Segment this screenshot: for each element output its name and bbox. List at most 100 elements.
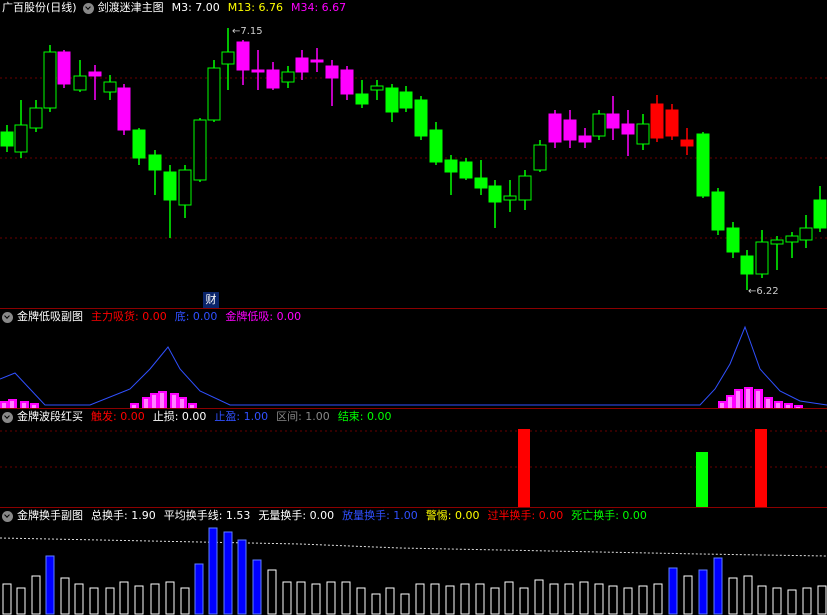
turnover-bar [475, 583, 485, 615]
dixi-value: 金牌低吸: 0.00 [225, 310, 302, 323]
candle-body [295, 57, 309, 73]
turnover-bar [326, 581, 336, 615]
wuliang-value: 无量换手: 0.00 [258, 509, 335, 522]
turnover-bar [549, 583, 559, 615]
turnover-bar [594, 583, 604, 615]
zhuli-bar-inner [736, 391, 740, 408]
candle-body [665, 109, 679, 137]
turnover-bar [698, 569, 708, 615]
turnover-bar [728, 577, 738, 615]
turnover-bar [519, 587, 529, 615]
turnover-bar [400, 593, 410, 615]
turnover-bar [430, 583, 440, 615]
candle-body [117, 87, 131, 131]
zhuli-bar-inner [144, 399, 148, 408]
zhuli-bar-inner [728, 397, 732, 408]
huanshou-chart [0, 527, 827, 615]
stock-title: 广百股份(日线) [2, 1, 77, 14]
zhuli-bar-inner [152, 395, 156, 408]
m34-value: M34: 6.67 [290, 1, 347, 14]
turnover-bar [282, 581, 292, 615]
panel-name: 金牌换手副图 [17, 509, 83, 522]
candle-body [325, 65, 339, 79]
candle-body [178, 169, 192, 206]
turnover-bar [371, 593, 381, 615]
end-signal-bar [696, 452, 708, 507]
guoban-value: 过半换手: 0.00 [487, 509, 564, 522]
qujian-value: 区间: 1.00 [276, 410, 330, 423]
turnover-bar [296, 581, 306, 615]
turnover-bar [713, 557, 723, 615]
main-chart-panel[interactable]: 广百股份(日线) 剑渡迷津主图 M3: 7.00 M13: 6.76 M34: … [0, 0, 827, 308]
turnover-bar [180, 587, 190, 615]
dropdown-icon[interactable] [82, 2, 94, 14]
turnover-bar [787, 589, 797, 615]
turnover-bar [445, 585, 455, 615]
candle-body [14, 124, 28, 153]
turnover-bar [415, 583, 425, 615]
turnover-bar [623, 587, 633, 615]
candle-body [533, 144, 547, 171]
dropdown-icon[interactable] [2, 311, 13, 323]
candle-body [0, 131, 14, 147]
candlestick-chart[interactable] [0, 0, 827, 308]
candle-body [103, 81, 117, 93]
zhuli-bar-inner [766, 399, 770, 408]
candle-body [799, 227, 813, 241]
candle-body [726, 227, 740, 253]
zong-value: 总换手: 1.90 [91, 509, 156, 522]
average-turnover-line [0, 537, 827, 557]
candle-body [193, 119, 207, 181]
finance-badge[interactable]: 财 [203, 292, 219, 308]
zhuli-bar-inner [172, 395, 176, 408]
candle-body [488, 185, 502, 203]
candle-body [592, 113, 606, 137]
candle-body [132, 129, 146, 159]
siwang-value: 死亡换手: 0.00 [571, 509, 647, 522]
candle-body [251, 69, 265, 73]
zhuli-bar-inner [180, 399, 184, 408]
turnover-bar [356, 587, 366, 615]
turnover-bar [683, 575, 693, 615]
di-line [0, 325, 827, 406]
m13-value: M13: 6.76 [227, 1, 283, 14]
turnover-bar [802, 587, 812, 615]
boduan-panel[interactable]: 金牌波段红买 触发: 0.00 止损: 0.00 止盈: 1.00 区间: 1.… [0, 409, 827, 507]
candle-body [636, 123, 650, 145]
turnover-bar [16, 587, 26, 615]
turnover-bar [252, 559, 262, 615]
turnover-bar [385, 587, 395, 615]
huanshou-panel[interactable]: 金牌换手副图 总换手: 1.90 平均换手线: 1.53 无量换手: 0.00 … [0, 508, 827, 615]
turnover-bar [564, 583, 574, 615]
candle-body [88, 71, 102, 77]
candle-body [281, 71, 295, 83]
chufa-value: 触发: 0.00 [91, 410, 145, 423]
zhisun-value: 止损: 0.00 [152, 410, 207, 423]
low-price-mark: ←6.22 [748, 286, 779, 297]
candle-body [57, 51, 71, 85]
candle-body [770, 239, 784, 245]
candle-body [429, 129, 443, 163]
turnover-bar [579, 581, 589, 615]
candle-body [474, 177, 488, 189]
zhuli-bar-inner [160, 393, 164, 408]
dropdown-icon[interactable] [2, 411, 13, 423]
turnover-bar [653, 583, 663, 615]
dropdown-icon[interactable] [2, 510, 13, 522]
zhiying-value: 止盈: 1.00 [214, 410, 269, 423]
turnover-bar [743, 575, 753, 615]
candle-body [680, 139, 694, 147]
candle-body [310, 59, 324, 63]
candle-body [444, 159, 458, 173]
candle-body [236, 41, 250, 71]
candle-body [414, 99, 428, 137]
zhuli-bar-inner [10, 401, 14, 408]
dixi-header: 金牌低吸副图 主力吸货: 0.00 底: 0.00 金牌低吸: 0.00 [0, 309, 305, 325]
candle-body [340, 69, 354, 95]
buy-signal-bar [518, 429, 530, 507]
turnover-bar [150, 583, 160, 615]
dixi-panel[interactable]: 金牌低吸副图 主力吸货: 0.00 底: 0.00 金牌低吸: 0.00 [0, 309, 827, 408]
turnover-bar [668, 567, 678, 615]
zhuli-value: 主力吸货: 0.00 [91, 310, 167, 323]
turnover-bar [757, 585, 767, 615]
